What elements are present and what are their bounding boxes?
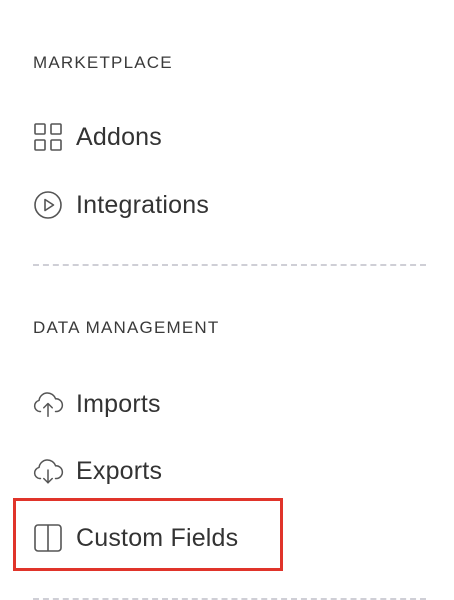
section-header-data-management: DATA MANAGEMENT <box>33 318 220 337</box>
play-circle-icon <box>32 189 64 221</box>
cloud-upload-icon <box>32 388 64 420</box>
nav-item-integrations[interactable]: Integrations <box>32 185 209 225</box>
nav-label-addons: Addons <box>76 122 162 151</box>
nav-item-imports[interactable]: Imports <box>32 384 161 424</box>
nav-label-exports: Exports <box>76 456 163 485</box>
highlight-box <box>13 498 283 571</box>
nav-label-imports: Imports <box>76 389 161 418</box>
nav-item-addons[interactable]: Addons <box>32 117 162 157</box>
section-divider <box>33 264 426 266</box>
section-header-marketplace: MARKETPLACE <box>33 53 173 72</box>
grid-icon <box>32 121 64 153</box>
cloud-download-icon <box>32 455 64 487</box>
nav-label-integrations: Integrations <box>76 190 210 219</box>
nav-item-exports[interactable]: Exports <box>32 451 162 491</box>
